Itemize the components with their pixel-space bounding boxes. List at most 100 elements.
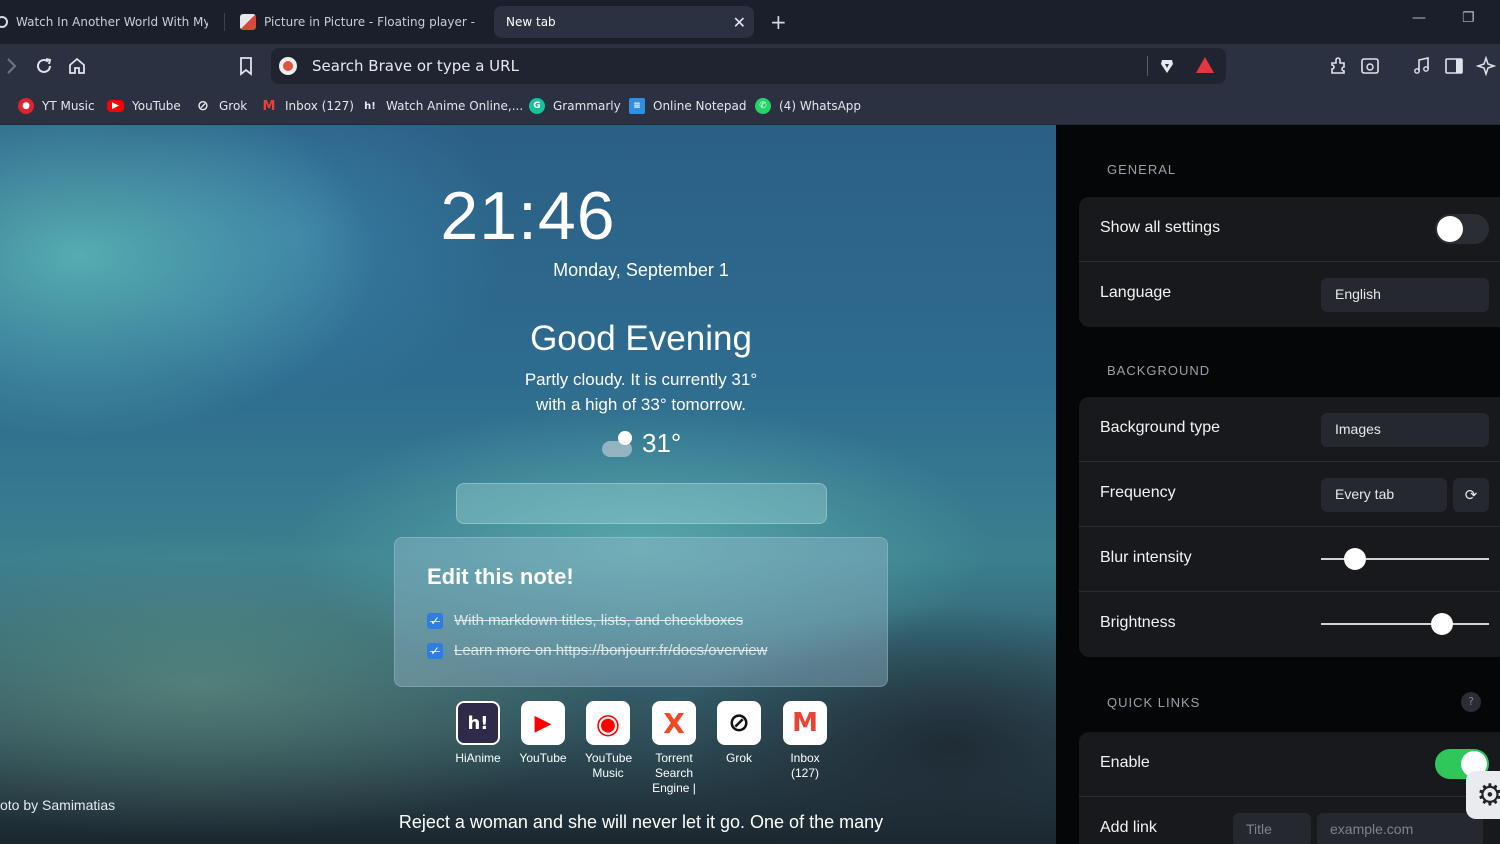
setting-row-background-type: Background type Images [1079,397,1500,462]
quick-link-hianime[interactable]: h! HiAnime [448,701,508,766]
bookmark-whatsapp[interactable]: ✆ (4) WhatsApp [755,96,861,116]
clock: 21:46 [440,178,616,254]
frequency-select[interactable]: Every tab [1321,478,1447,512]
tab-close-icon[interactable]: ✕ [733,13,746,32]
minimize-button[interactable]: — [1412,10,1426,26]
tab-title: New tab [506,15,556,29]
tab-watch-anime[interactable]: Watch In Another World With My Sm [0,6,208,38]
brave-shields-icon[interactable] [1159,58,1175,74]
refresh-background-icon[interactable]: ⟳ [1453,478,1489,512]
tab-new-tab[interactable]: New tab ✕ [494,6,754,38]
gmail-icon: M [783,701,827,745]
link-url-input[interactable]: example.com [1317,813,1483,844]
quick-link-label: YouTube [519,751,567,765]
home-icon[interactable] [65,54,89,78]
sidebar-icon[interactable] [1442,54,1466,78]
greeting: Good Evening [530,319,752,358]
youtube-icon: ▶ [107,100,124,112]
partly-cloudy-night-icon [598,429,636,459]
whatsapp-icon: ✆ [755,98,771,114]
help-icon[interactable]: ? [1461,692,1481,712]
weather-line-current: Partly cloudy. It is currently 31° [524,370,758,389]
tab-separator [224,13,225,31]
address-divider [1147,56,1148,76]
background-type-select[interactable]: Images [1321,413,1489,447]
quick-links-settings-card: Enable Add link Title example.com [1079,732,1500,844]
quick-link-gmail[interactable]: M Inbox (127) [775,701,835,781]
setting-row-add-link: Add link Title example.com [1079,797,1500,844]
tab-title: Picture in Picture - Floating player - C… [264,15,478,29]
setting-row-enable: Enable [1079,732,1500,797]
grok-icon: ⊘ [197,98,209,114]
site-info-icon[interactable] [279,57,297,75]
bookmark-label: YouTube [132,99,181,113]
reload-icon[interactable] [32,54,56,78]
bookmark-gmail[interactable]: M Inbox (127) [261,96,354,116]
bookmark-label: YT Music [42,99,95,113]
leo-ai-icon[interactable] [1474,54,1498,78]
forward-icon[interactable] [0,54,24,78]
link-title-input[interactable]: Title [1233,813,1311,844]
setting-row-blur: Blur intensity [1079,527,1500,592]
bookmark-label: Grok [219,99,248,113]
hianime-icon: h! [364,100,376,112]
weather-description: Partly cloudy. It is currently 31° with … [0,367,1056,417]
date: Monday, September 1 [553,260,729,280]
temperature-value: 31° [642,428,682,458]
grammarly-icon: G [529,98,545,114]
section-title-general: GENERAL [1107,162,1177,177]
photo-credit[interactable]: oto by Samimatias [0,797,115,813]
checkbox-checked-icon[interactable]: ✓ [427,642,443,659]
brightness-slider[interactable] [1321,613,1489,635]
maximize-button[interactable]: ❐ [1462,10,1475,26]
toolbar: Search Brave or type a URL [0,44,1500,88]
general-settings-card: Show all settings Language English [1079,197,1500,327]
yt-music-icon: ◉ [586,701,630,745]
new-tab-button[interactable]: + [770,10,787,34]
note-checklist-item: ✓ Learn more on https://bonjourr.fr/docs… [427,642,768,659]
weather-line-forecast: with a high of 33° tomorrow. [536,395,746,414]
bookmark-grok[interactable]: ⊘ Grok [195,96,247,116]
youtube-icon: ▶ [521,701,565,745]
language-select[interactable]: English [1321,278,1489,312]
background-settings-card: Background type Images Frequency Every t… [1079,397,1500,657]
bookmark-yt-music[interactable]: ● YT Music [18,96,95,116]
setting-label: Blur intensity [1100,549,1192,566]
address-bar[interactable]: Search Brave or type a URL [271,48,1226,84]
bookmark-grammarly[interactable]: G Grammarly [529,96,621,116]
brave-rewards-icon[interactable] [1196,57,1214,73]
quick-link-youtube[interactable]: ▶ YouTube [513,701,573,766]
quick-link-grok[interactable]: ⊘ Grok [709,701,769,766]
slider-thumb[interactable] [1343,548,1366,570]
settings-gear-icon[interactable]: ⚙ [1466,771,1500,819]
gmail-icon: M [262,98,276,114]
note-checklist-item: ✓ With markdown titles, lists, and check… [427,612,743,629]
blur-intensity-slider[interactable] [1321,548,1489,570]
bookmark-icon[interactable] [234,54,258,78]
bookmark-youtube[interactable]: ▶ YouTube [107,96,181,116]
show-all-settings-toggle[interactable] [1435,214,1489,244]
bookmark-online-notepad[interactable]: ≡ Online Notepad [629,96,747,116]
note-widget[interactable]: Edit this note! ✓ With markdown titles, … [394,537,888,687]
bookmark-hianime[interactable]: h! Watch Anime Online,... [362,96,523,116]
quick-link-label: Inbox (127) [790,751,820,780]
checkbox-checked-icon[interactable]: ✓ [427,612,443,629]
quick-link-torrent[interactable]: X Torrent Search Engine | [644,701,704,796]
slider-thumb[interactable] [1430,613,1453,635]
grok-icon: ⊘ [717,701,761,745]
tab-favicon-icon [0,16,8,28]
setting-label: Enable [1100,754,1150,771]
quick-link-label: YouTube Music [585,751,633,780]
hianime-icon: h! [456,701,500,745]
quick-link-youtube-music[interactable]: ◉ YouTube Music [578,701,638,781]
bookmark-label: (4) WhatsApp [779,99,862,113]
media-icon[interactable] [1410,54,1434,78]
address-placeholder: Search Brave or type a URL [312,57,519,75]
extensions-icon[interactable] [1326,54,1350,78]
setting-row-show-all: Show all settings [1079,197,1500,262]
quote: Reject a woman and she will never let it… [398,812,884,832]
tab-picture-in-picture[interactable]: Picture in Picture - Floating player - C… [240,6,478,38]
tab-search-icon[interactable] [1358,54,1382,78]
search-input[interactable] [456,483,827,524]
note-title: Edit this note! [427,564,574,589]
